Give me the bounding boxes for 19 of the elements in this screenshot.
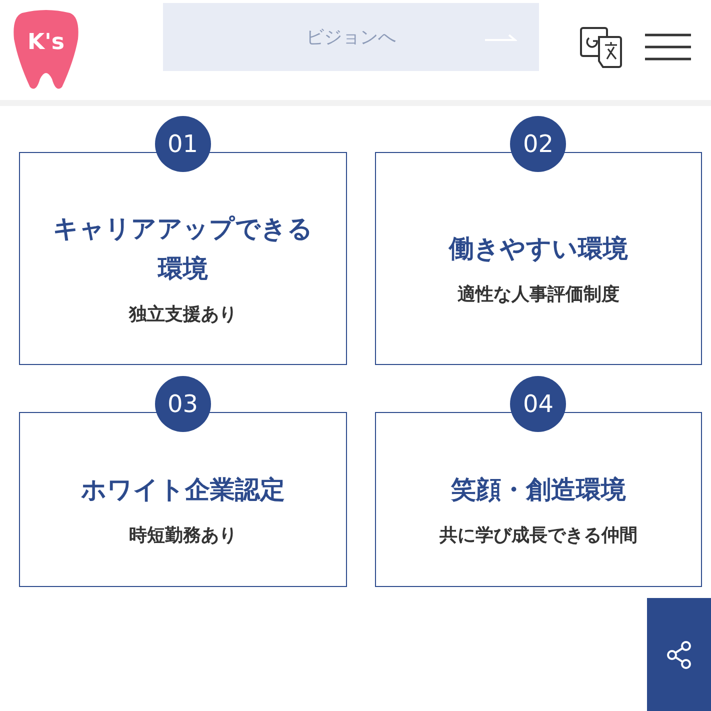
number-badge: 03 (154, 376, 211, 432)
number-badge: 04 (510, 376, 566, 432)
feature-subtitle: 共に学び成長できる仲間 (439, 524, 638, 548)
feature-title: 笑顔・創造環境 (450, 474, 626, 506)
feature-title: キャリアアップできる環境 (52, 213, 314, 285)
feature-subtitle: 適性な人事評価制度 (457, 283, 620, 307)
feature-title: ホワイト企業認定 (80, 474, 285, 506)
feature-subtitle: 独立支援あり (128, 303, 237, 327)
logo-text: K's (28, 28, 64, 56)
share-icon (666, 640, 692, 668)
vision-button[interactable]: ビジョンへ (163, 3, 539, 71)
share-button[interactable] (647, 598, 711, 711)
menu-icon[interactable] (645, 33, 691, 61)
number-badge: 02 (510, 116, 566, 172)
translate-icon[interactable] (579, 25, 623, 69)
feature-title: 働きやすい環境 (448, 233, 628, 265)
feature-subtitle: 時短勤務あり (128, 524, 237, 548)
tooth-logo[interactable]: K's (12, 9, 80, 91)
number-badge: 01 (154, 116, 211, 172)
